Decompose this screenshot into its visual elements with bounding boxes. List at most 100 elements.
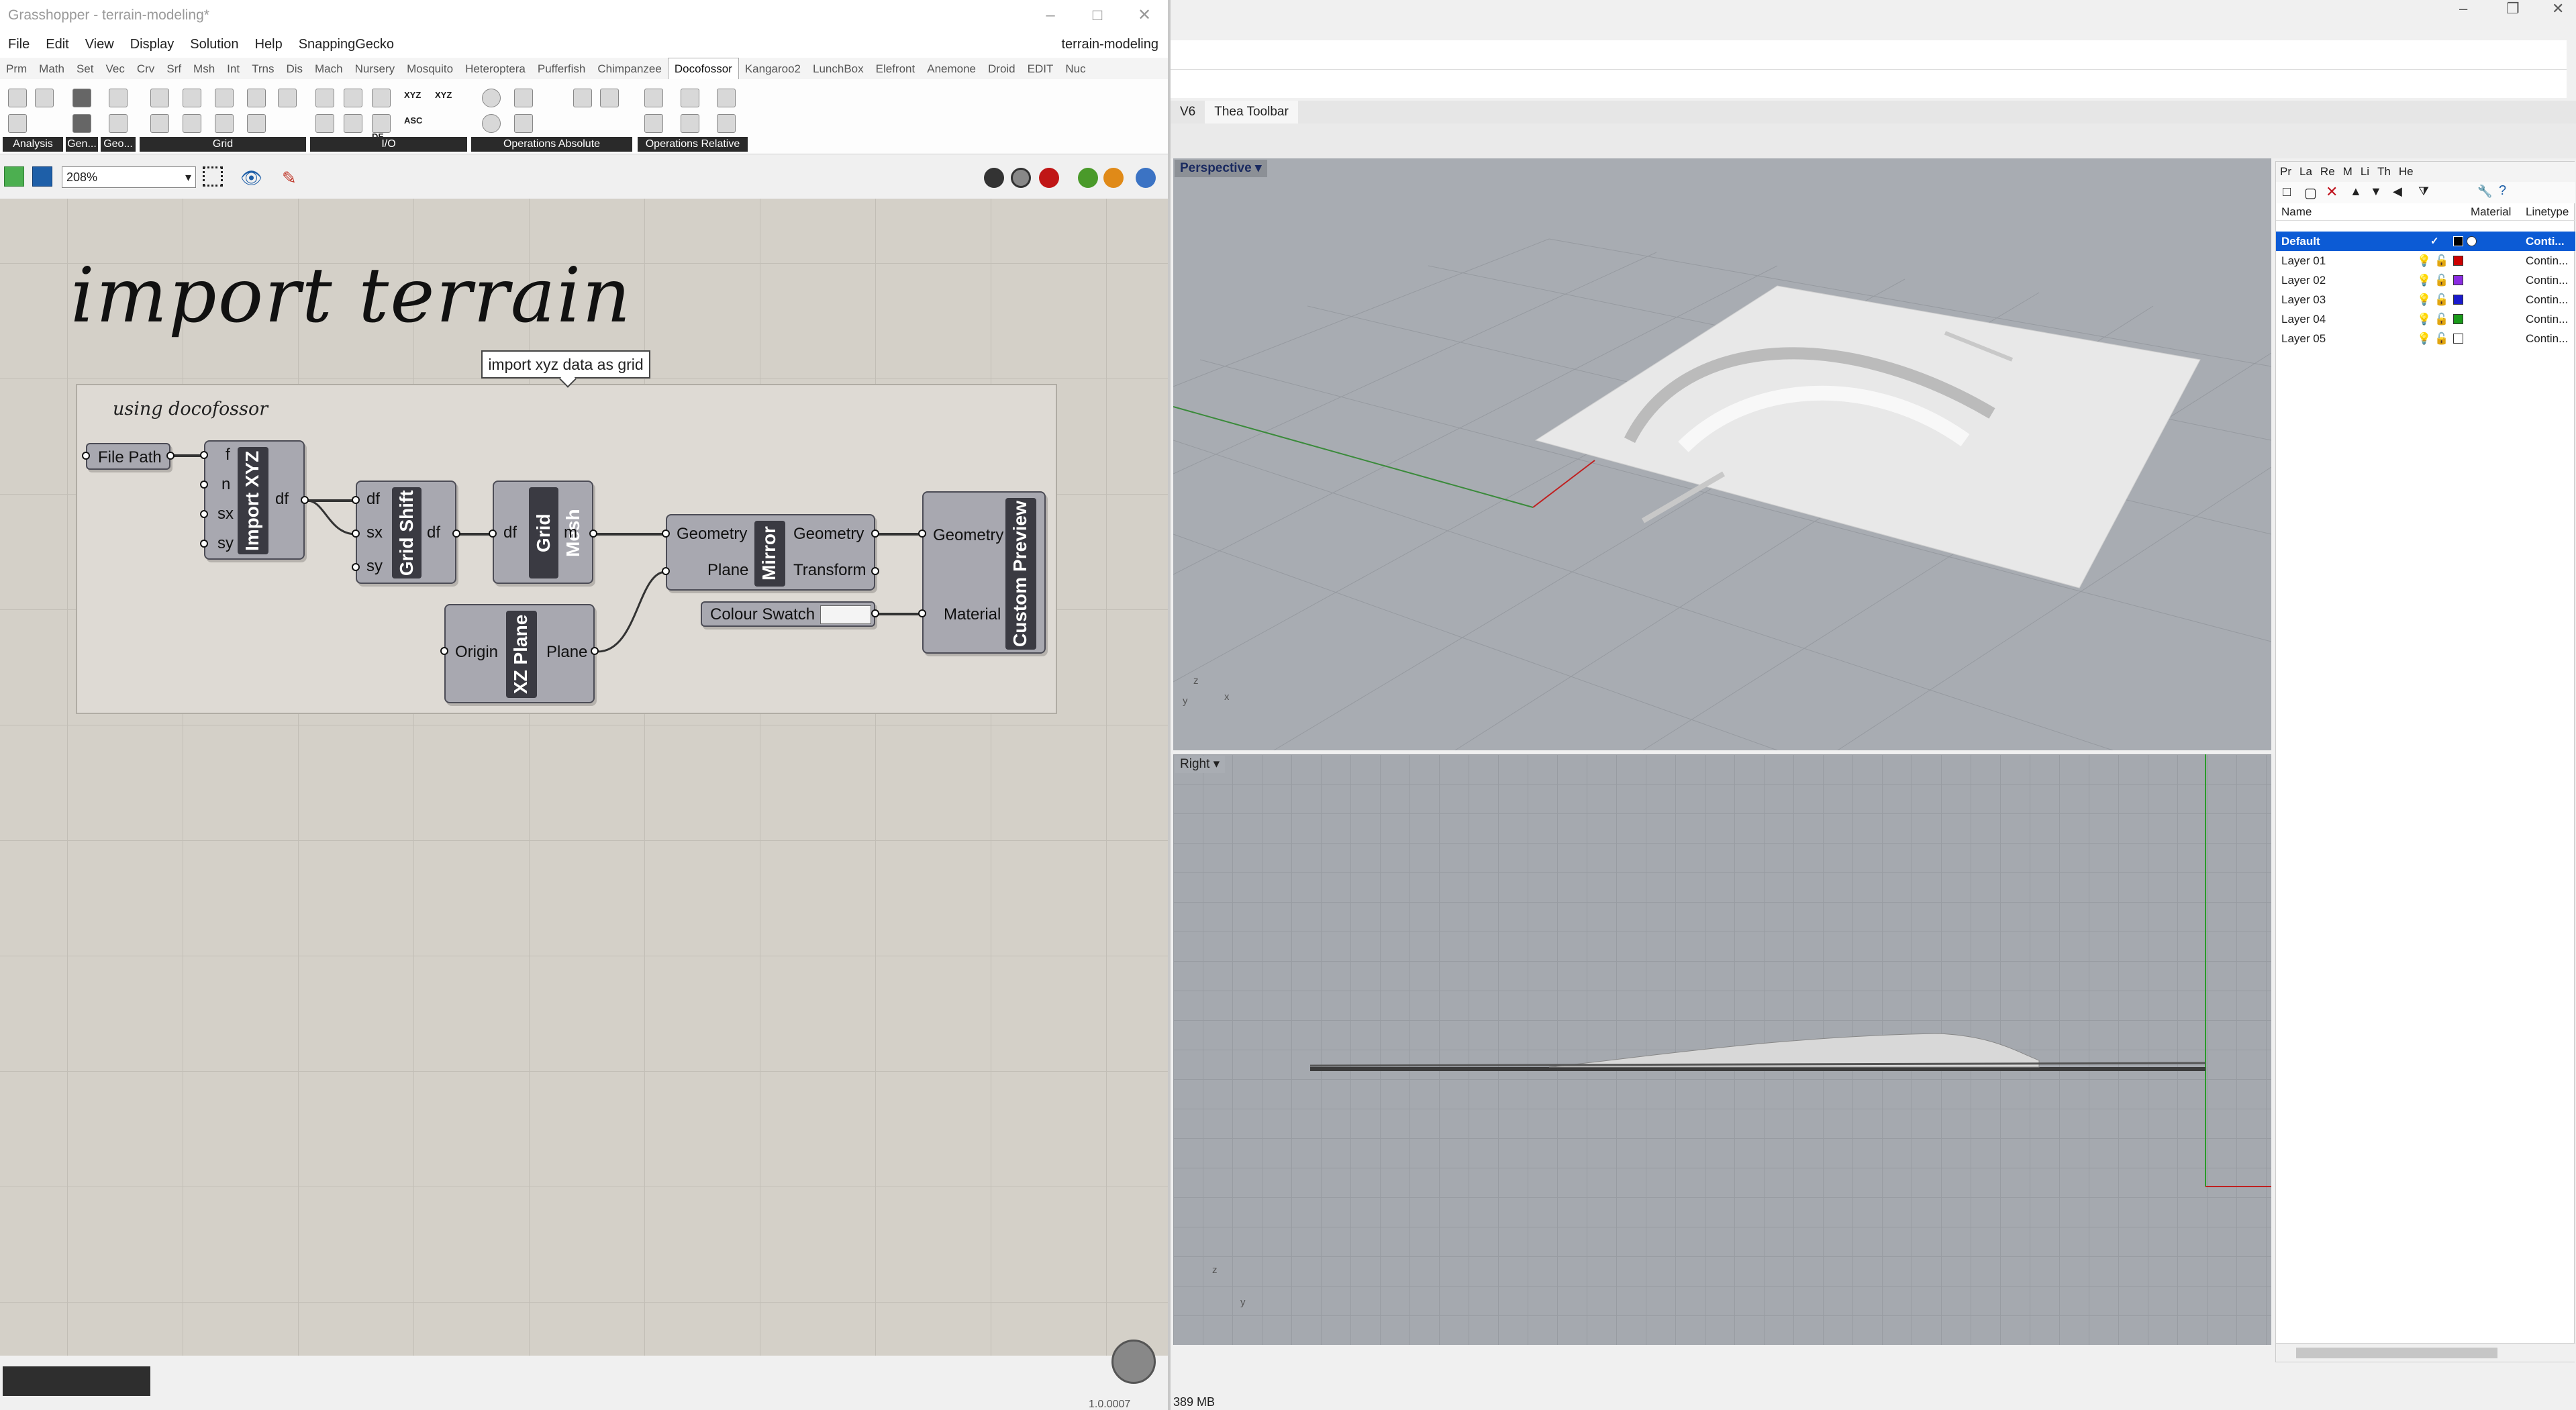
operation-tool-icon[interactable] [573, 89, 592, 107]
right-viewport[interactable]: Right ▾ z y [1173, 754, 2271, 1345]
canvas-navigator-icon[interactable] [1111, 1340, 1156, 1384]
pin[interactable] [662, 530, 670, 538]
tab-mosquito[interactable]: Mosquito [401, 58, 459, 79]
tab-thea[interactable]: Th [2373, 162, 2395, 182]
input-geometry[interactable]: Geometry [933, 526, 1003, 545]
relative-tool-icon[interactable] [681, 114, 699, 133]
relative-tool-icon[interactable] [644, 89, 663, 107]
asc-icon-text[interactable]: ASC [404, 115, 422, 125]
layer-row-04[interactable]: Layer 04 💡 🔓 Contin... [2276, 309, 2575, 329]
tab-mach[interactable]: Mach [309, 58, 349, 79]
io-tool-icon[interactable] [315, 114, 334, 133]
menu-file[interactable]: File [0, 31, 38, 58]
swatch-color-box[interactable] [820, 605, 871, 624]
grid-tool-icon[interactable] [183, 114, 201, 133]
lightbulb-icon[interactable]: 💡 [2417, 270, 2431, 290]
input-sx[interactable]: sx [366, 523, 383, 542]
input-f[interactable]: f [226, 446, 230, 464]
help-icon[interactable]: ? [2499, 183, 2506, 199]
tab-properties[interactable]: Pr [2276, 162, 2295, 182]
wireframe-icon[interactable] [1011, 168, 1031, 188]
pin[interactable] [489, 530, 497, 538]
preview-mode-icon[interactable] [984, 168, 1004, 188]
lightbulb-icon[interactable]: 💡 [2417, 329, 2431, 348]
pin[interactable] [662, 567, 670, 575]
tab-edit[interactable]: EDIT [1022, 58, 1060, 79]
input-origin[interactable]: Origin [455, 643, 498, 662]
horizontal-scrollbar[interactable] [2276, 1343, 2575, 1362]
move-down-icon[interactable]: ▼ [2370, 185, 2382, 199]
grid-tool-icon[interactable] [247, 114, 266, 133]
lock-icon[interactable]: 🔓 [2434, 290, 2448, 309]
output-geometry[interactable]: Geometry [793, 525, 864, 544]
tab-lunchbox[interactable]: LunchBox [807, 58, 870, 79]
menu-edit[interactable]: Edit [38, 31, 77, 58]
tab-help[interactable]: He [2395, 162, 2418, 182]
material-swatch[interactable] [2467, 236, 2477, 246]
io-tool-icon[interactable] [344, 114, 362, 133]
gen-tool-icon[interactable] [72, 114, 91, 133]
current-layer-check-icon[interactable]: ✓ [2430, 232, 2439, 251]
io-tool-icon[interactable] [372, 89, 391, 107]
move-left-icon[interactable]: ◀ [2393, 185, 2402, 199]
layer-row-01[interactable]: Layer 01 💡 🔓 Contin... [2276, 251, 2575, 270]
tools-icon[interactable]: 🔧 [2477, 185, 2492, 199]
restore-icon[interactable]: ❐ [2506, 0, 2520, 17]
input-sy[interactable]: sy [366, 557, 383, 576]
new-layer-icon[interactable]: □ [2283, 185, 2291, 200]
tab-nuc[interactable]: Nuc [1059, 58, 1091, 79]
lightbulb-icon[interactable]: 💡 [2417, 309, 2431, 329]
gen-tool-icon[interactable] [72, 89, 91, 107]
filter-icon[interactable]: ⧩ [2418, 185, 2429, 199]
save-file-icon[interactable] [32, 166, 52, 187]
menu-view[interactable]: View [77, 31, 122, 58]
tab-anemone[interactable]: Anemone [921, 58, 982, 79]
relative-tool-icon[interactable] [644, 114, 663, 133]
input-material[interactable]: Material [944, 605, 1001, 624]
lock-icon[interactable]: 🔓 [2434, 270, 2448, 290]
geo-tool-icon[interactable] [109, 89, 128, 107]
tab-vec[interactable]: Vec [100, 58, 131, 79]
tab-msh[interactable]: Msh [187, 58, 221, 79]
document-preview-icon[interactable] [1103, 168, 1124, 188]
lock-icon[interactable]: 🔓 [2434, 309, 2448, 329]
layer-color-swatch[interactable] [2453, 295, 2463, 305]
grid-shift-component[interactable]: df sx sy Grid Shift df [356, 481, 456, 584]
pin[interactable] [200, 510, 208, 518]
bake-icon[interactable] [1078, 168, 1098, 188]
import-xyz-component[interactable]: f n sx sy Import XYZ df [204, 440, 305, 560]
pin[interactable] [352, 496, 360, 504]
tab-libraries[interactable]: Li [2357, 162, 2373, 182]
output-df[interactable]: df [427, 523, 440, 542]
lightbulb-icon[interactable]: 💡 [2417, 290, 2431, 309]
pin[interactable] [440, 647, 448, 655]
layer-color-swatch[interactable] [2453, 314, 2463, 324]
operation-tool-icon[interactable] [600, 89, 619, 107]
input-geometry[interactable]: Geometry [677, 525, 747, 544]
grid-mesh-component[interactable]: df Grid Mesh m [493, 481, 593, 584]
tab-int[interactable]: Int [221, 58, 246, 79]
tab-trns[interactable]: Trns [246, 58, 280, 79]
tab-elefront[interactable]: Elefront [870, 58, 922, 79]
tab-droid[interactable]: Droid [982, 58, 1022, 79]
tab-dis[interactable]: Dis [280, 58, 309, 79]
mirror-component[interactable]: Geometry Plane Mirror Geometry Transform [666, 514, 875, 591]
relative-tool-icon[interactable] [717, 89, 736, 107]
delete-layer-icon[interactable]: ✕ [2326, 183, 2338, 201]
xyz-icon-text[interactable]: XYZ [435, 90, 452, 100]
input-sx[interactable]: sx [217, 505, 234, 523]
custom-preview-component[interactable]: Geometry Material Custom Preview [922, 491, 1046, 654]
pin[interactable] [871, 609, 879, 617]
operation-tool-icon[interactable] [482, 89, 501, 107]
tab-materials[interactable]: M [2339, 162, 2357, 182]
input-sy[interactable]: sy [217, 534, 234, 553]
layer-color-swatch[interactable] [2453, 256, 2463, 266]
output-plane[interactable]: Plane [546, 643, 587, 662]
pin[interactable] [200, 481, 208, 489]
scrollbar-thumb[interactable] [2296, 1348, 2497, 1358]
tab-chimpanzee[interactable]: Chimpanzee [591, 58, 667, 79]
pin[interactable] [301, 496, 309, 504]
close-icon[interactable]: ✕ [2552, 0, 2564, 17]
menu-help[interactable]: Help [247, 31, 291, 58]
analysis-tool-icon[interactable] [35, 89, 54, 107]
